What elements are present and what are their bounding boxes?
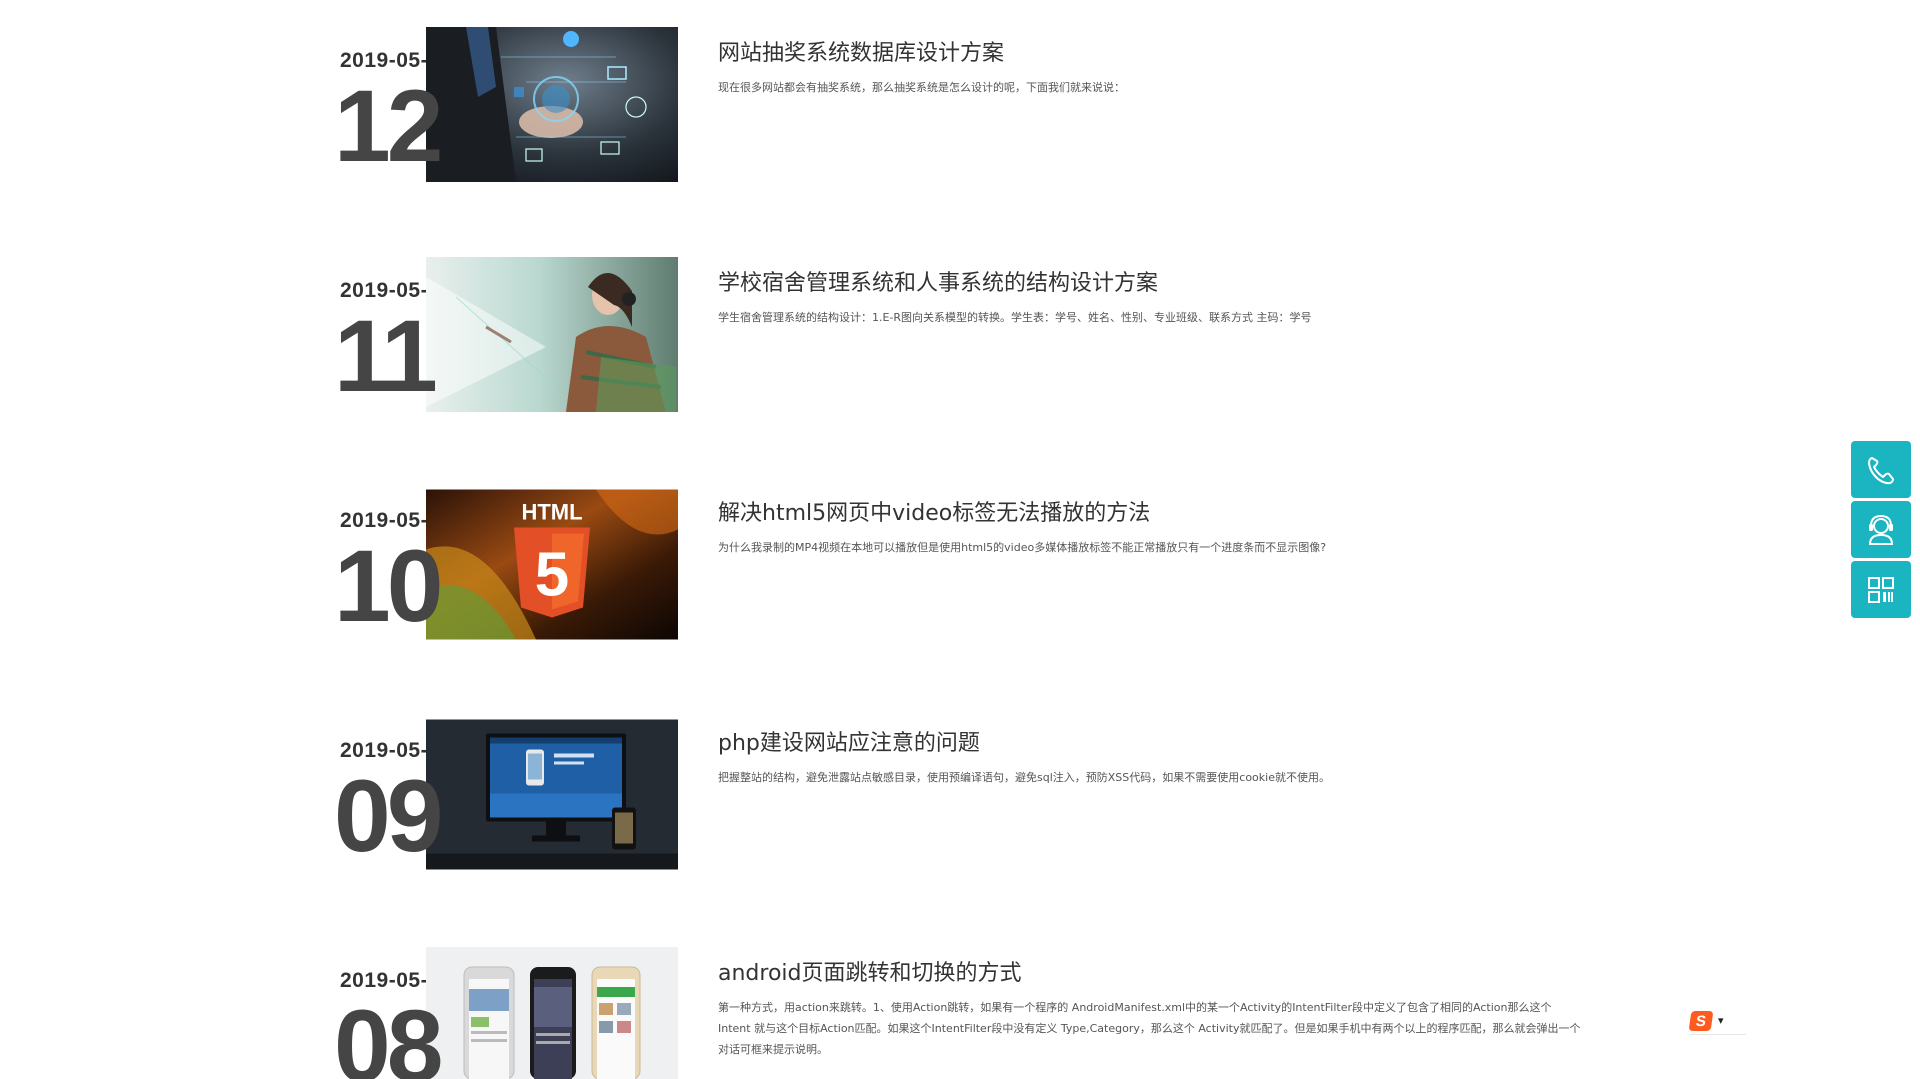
news-item[interactable]: 2019-05- 10 HTML 5 解决html5网页中video标签无法播放…	[0, 487, 1920, 642]
news-item[interactable]: 2019-05- 12 网站抽奖系统数据库设计方案 现在很多网站都会有抽奖系统，…	[0, 27, 1920, 182]
business-tech-image	[426, 27, 678, 182]
input-method-widget[interactable]: S ▾	[1688, 1007, 1746, 1035]
news-date-day: 09	[334, 759, 443, 873]
news-title-link[interactable]: android页面跳转和切换的方式	[718, 955, 1022, 987]
news-item[interactable]: 2019-05- 11 学校宿舍管理系统和人事系统的结构设计方案 学生宿舍管理系…	[0, 257, 1920, 412]
news-summary: 为什么我录制的MP4视频在本地可以播放但是使用html5的video多媒体播放标…	[718, 541, 1327, 554]
woman-headphones-image	[426, 257, 678, 412]
customer-service-icon	[1868, 514, 1894, 545]
news-title-link[interactable]: php建设网站应注意的问题	[718, 725, 980, 757]
news-date-day: 12	[334, 69, 443, 183]
sogou-ime-icon: S	[1688, 1010, 1714, 1031]
news-date-day: 11	[334, 299, 438, 413]
news-date-day: 10	[334, 529, 443, 643]
qrcode-button[interactable]	[1851, 561, 1911, 618]
html-text: HTML	[521, 500, 582, 525]
news-thumbnail[interactable]: HTML 5	[426, 487, 678, 642]
floating-side-toolbar	[1851, 441, 1911, 621]
news-thumbnail[interactable]	[426, 717, 678, 872]
news-summary: 第一种方式，用action来跳转。1、使用Action跳转，如果有一个程序的 A…	[718, 1001, 1581, 1056]
qrcode-icon	[1868, 576, 1894, 603]
news-item[interactable]: 2019-05- 08 android页面跳转和切换的方式 第一种方式，用act…	[0, 947, 1920, 1079]
news-date-day: 08	[334, 989, 443, 1079]
news-summary: 学生宿舍管理系统的结构设计：1.E-R图向关系模型的转换。学生表：学号、姓名、性…	[718, 311, 1312, 324]
phone-right	[591, 966, 641, 1079]
news-summary: 把握整站的结构，避免泄露站点敏感目录，使用预编译语句，避免sql注入，预防XSS…	[718, 771, 1330, 784]
news-summary: 现在很多网站都会有抽奖系统，那么抽奖系统是怎么设计的呢，下面我们就来说说：	[718, 81, 1125, 94]
news-thumbnail[interactable]	[426, 27, 678, 182]
customer-service-button[interactable]	[1851, 501, 1911, 558]
phones-mockup-image	[426, 947, 678, 1079]
news-thumbnail[interactable]	[426, 257, 678, 412]
phone-middle	[530, 967, 576, 1079]
phone-left	[463, 966, 515, 1079]
news-item[interactable]: 2019-05- 09 php建设网站应注意的问题 把握整站的结构，避免泄露站点…	[0, 717, 1920, 872]
news-title-link[interactable]: 解决html5网页中video标签无法播放的方法	[718, 495, 1150, 527]
news-title-link[interactable]: 网站抽奖系统数据库设计方案	[718, 35, 1004, 67]
phone-icon	[1868, 456, 1894, 484]
html5-digit: 5	[535, 541, 569, 610]
chevron-down-icon[interactable]: ▾	[1718, 1015, 1724, 1026]
desktop-mockup-image	[426, 719, 678, 870]
news-thumbnail[interactable]	[426, 947, 678, 1079]
html5-logo-image: HTML 5	[426, 489, 678, 640]
news-title-link[interactable]: 学校宿舍管理系统和人事系统的结构设计方案	[718, 265, 1158, 297]
phone-button[interactable]	[1851, 441, 1911, 498]
